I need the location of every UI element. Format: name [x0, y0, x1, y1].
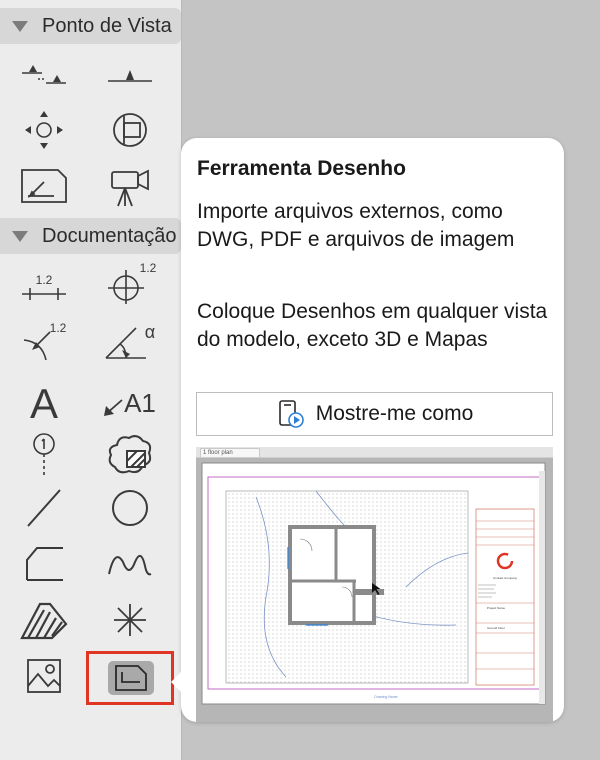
tool-camera-icon[interactable]: [100, 162, 160, 210]
tool-orbit-icon[interactable]: [14, 106, 74, 154]
tool-marker-icon[interactable]: [14, 430, 74, 478]
tool-linear-dimension-icon[interactable]: 1.2: [14, 264, 74, 312]
show-me-how-label: Mostre-me como: [315, 402, 474, 425]
dimension-text: 1.2: [140, 261, 157, 275]
stamp-drawing: Ground Floor: [487, 626, 505, 630]
toolbox-panel: Ponto de Vista Documentação 1.2 1.2 1.2 …: [0, 0, 182, 760]
tool-label-icon[interactable]: A1: [100, 376, 160, 424]
label-tool-text: A1: [124, 388, 156, 418]
angle-symbol: α: [145, 322, 155, 342]
tool-text-icon[interactable]: A: [14, 376, 74, 427]
tooltip-description-1: Importe arquivos externos, como DWG, PDF…: [197, 200, 515, 251]
section-label: Documentação: [42, 224, 177, 247]
tool-drawing-selected[interactable]: [86, 651, 174, 705]
tool-radial-dimension-icon[interactable]: 1.2: [14, 318, 74, 366]
collapse-triangle-icon[interactable]: [12, 20, 28, 32]
text-tool-glyph: A: [30, 380, 58, 427]
tool-hotspot-icon[interactable]: [100, 596, 160, 644]
phone-play-icon: [278, 400, 304, 428]
dimension-text: 1.2: [50, 321, 67, 335]
tooltip-pointer: [171, 672, 181, 692]
section-header-documentacao[interactable]: Documentação: [0, 218, 181, 254]
section-label: Ponto de Vista: [42, 14, 172, 37]
tool-angle-dimension-icon[interactable]: α: [100, 318, 160, 366]
section-header-ponto-de-vista[interactable]: Ponto de Vista: [0, 8, 181, 44]
tool-level-dimension-icon[interactable]: 1.2: [100, 258, 160, 306]
tool-elevation-icon[interactable]: [14, 50, 74, 98]
tool-circle-icon[interactable]: [100, 484, 160, 532]
dimension-text: 1.2: [36, 273, 53, 287]
tool-figure-image-icon[interactable]: [14, 652, 74, 700]
drawing-name-label: Drawing Name: [374, 695, 397, 699]
tool-line-icon[interactable]: [14, 484, 74, 532]
drawing-preview-image: 1 floor plan Contact Company Project Nam…: [196, 447, 553, 722]
tool-fill-cloud-icon[interactable]: [100, 430, 160, 478]
preview-tab: 1 floor plan: [200, 448, 260, 457]
tool-polyline-icon[interactable]: [14, 540, 74, 588]
show-me-how-button[interactable]: Mostre-me como: [196, 392, 553, 436]
tooltip-title: Ferramenta Desenho: [197, 157, 406, 180]
collapse-triangle-icon[interactable]: [12, 230, 28, 242]
tool-fill-icon[interactable]: [14, 596, 74, 644]
tooltip-drawing-tool: Ferramenta Desenho Importe arquivos exte…: [171, 138, 564, 722]
tool-spline-icon[interactable]: [100, 540, 160, 588]
tool-interior-elevation-icon[interactable]: [100, 106, 160, 154]
floor-plan-drawing: Contact Company Project Name Ground Floo…: [201, 462, 546, 705]
tool-section-icon[interactable]: [100, 50, 160, 98]
tool-worksheet-icon[interactable]: [14, 162, 74, 210]
stamp-company: Contact Company: [493, 576, 518, 580]
tooltip-description-2: Coloque Desenhos em qualquer vista do mo…: [197, 300, 548, 351]
stamp-project: Project Name: [487, 606, 506, 610]
drawing-tool-icon[interactable]: [108, 661, 154, 695]
